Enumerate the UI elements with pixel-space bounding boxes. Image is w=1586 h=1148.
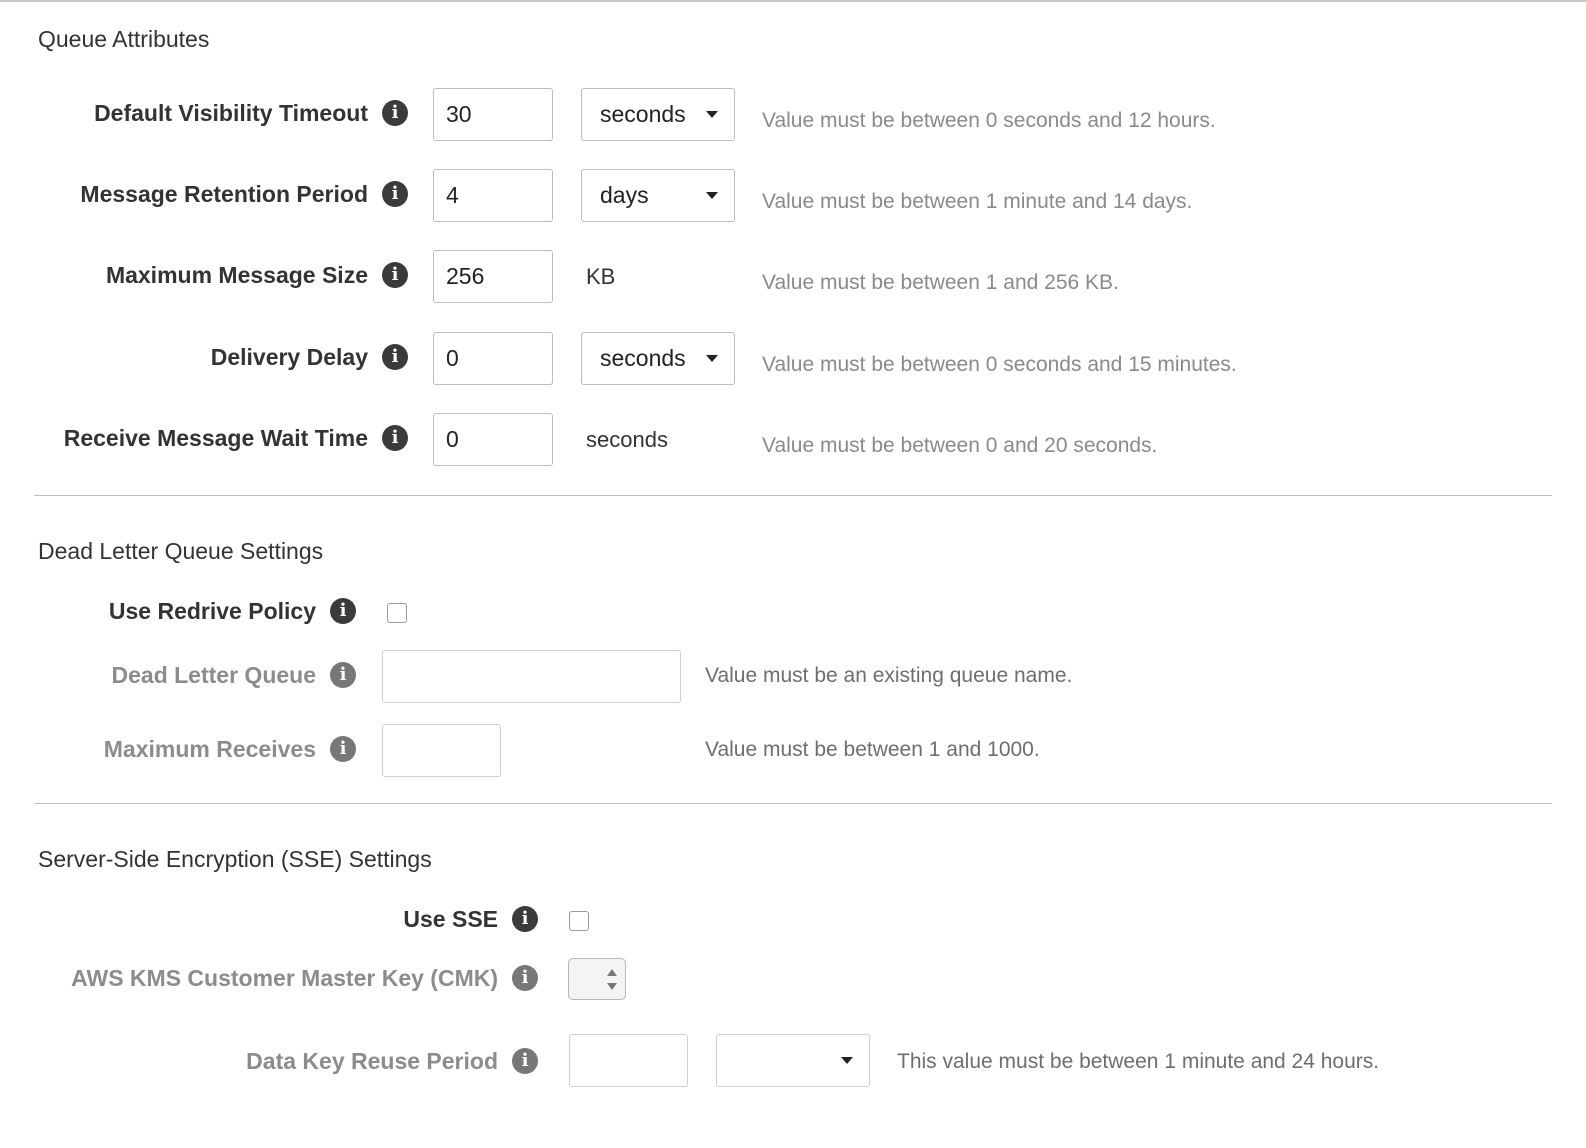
- message-retention-period-input[interactable]: [433, 169, 553, 222]
- caret-down-icon: [841, 1057, 853, 1064]
- message-retention-period-label: Message Retention Period: [80, 181, 368, 207]
- info-icon[interactable]: i: [512, 965, 538, 991]
- default-visibility-timeout-hint: Value must be between 0 seconds and 12 h…: [762, 109, 1216, 132]
- aws-kms-cmk-label: AWS KMS Customer Master Key (CMK): [71, 965, 498, 991]
- select-value: seconds: [600, 345, 686, 371]
- delivery-delay-input[interactable]: [433, 332, 553, 385]
- maximum-message-size-label: Maximum Message Size: [105, 262, 368, 288]
- dead-letter-queue-input[interactable]: [382, 650, 681, 703]
- delivery-delay-unit-select[interactable]: seconds: [581, 332, 735, 385]
- caret-down-icon: [706, 355, 718, 362]
- section-divider: [34, 803, 1552, 804]
- maximum-message-size-input[interactable]: [433, 250, 553, 303]
- arrow-up-icon: [607, 969, 617, 976]
- select-value: days: [600, 182, 649, 208]
- info-icon[interactable]: i: [382, 262, 408, 288]
- delivery-delay-hint: Value must be between 0 seconds and 15 m…: [762, 353, 1237, 376]
- message-retention-period-unit-select[interactable]: days: [581, 169, 735, 222]
- default-visibility-timeout-label: Default Visibility Timeout: [94, 100, 368, 126]
- section-divider: [34, 495, 1552, 496]
- info-icon[interactable]: i: [330, 598, 356, 624]
- receive-message-wait-time-hint: Value must be between 0 and 20 seconds.: [762, 434, 1158, 457]
- info-icon[interactable]: i: [330, 662, 356, 688]
- default-visibility-timeout-input[interactable]: [433, 88, 553, 141]
- receive-message-wait-time-label: Receive Message Wait Time: [63, 425, 368, 451]
- aws-kms-cmk-select[interactable]: [568, 958, 626, 1000]
- info-icon[interactable]: i: [382, 425, 408, 451]
- use-sse-checkbox[interactable]: [569, 911, 589, 931]
- queue-attributes-title: Queue Attributes: [38, 26, 210, 52]
- top-divider: [0, 0, 1586, 2]
- default-visibility-timeout-unit-select[interactable]: seconds: [581, 88, 735, 141]
- message-retention-period-hint: Value must be between 1 minute and 14 da…: [762, 190, 1193, 213]
- info-icon[interactable]: i: [512, 906, 538, 932]
- info-icon[interactable]: i: [512, 1048, 538, 1074]
- info-icon[interactable]: i: [382, 100, 408, 126]
- maximum-receives-label: Maximum Receives: [103, 736, 316, 762]
- data-key-reuse-period-unit-select[interactable]: [716, 1034, 870, 1087]
- use-redrive-policy-label: Use Redrive Policy: [108, 598, 316, 624]
- receive-message-wait-time-unit: seconds: [586, 427, 668, 452]
- arrow-down-icon: [607, 983, 617, 990]
- sse-settings-title: Server-Side Encryption (SSE) Settings: [38, 846, 432, 872]
- dead-letter-queue-label: Dead Letter Queue: [111, 662, 317, 688]
- maximum-message-size-hint: Value must be between 1 and 256 KB.: [762, 271, 1119, 294]
- select-value: seconds: [600, 101, 686, 127]
- data-key-reuse-period-input[interactable]: [569, 1034, 688, 1087]
- delivery-delay-label: Delivery Delay: [210, 344, 368, 370]
- info-icon[interactable]: i: [382, 181, 408, 207]
- info-icon[interactable]: i: [382, 344, 408, 370]
- caret-down-icon: [706, 111, 718, 118]
- caret-down-icon: [706, 192, 718, 199]
- use-sse-label: Use SSE: [403, 906, 498, 932]
- data-key-reuse-period-hint: This value must be between 1 minute and …: [897, 1050, 1380, 1073]
- use-redrive-policy-checkbox[interactable]: [387, 603, 407, 623]
- maximum-message-size-unit: KB: [586, 264, 616, 289]
- dead-letter-queue-hint: Value must be an existing queue name.: [705, 664, 1073, 687]
- info-icon[interactable]: i: [330, 736, 356, 762]
- maximum-receives-hint: Value must be between 1 and 1000.: [705, 738, 1040, 761]
- dead-letter-queue-settings-title: Dead Letter Queue Settings: [38, 538, 324, 564]
- data-key-reuse-period-label: Data Key Reuse Period: [246, 1048, 498, 1074]
- receive-message-wait-time-input[interactable]: [433, 413, 553, 466]
- maximum-receives-input[interactable]: [382, 724, 501, 777]
